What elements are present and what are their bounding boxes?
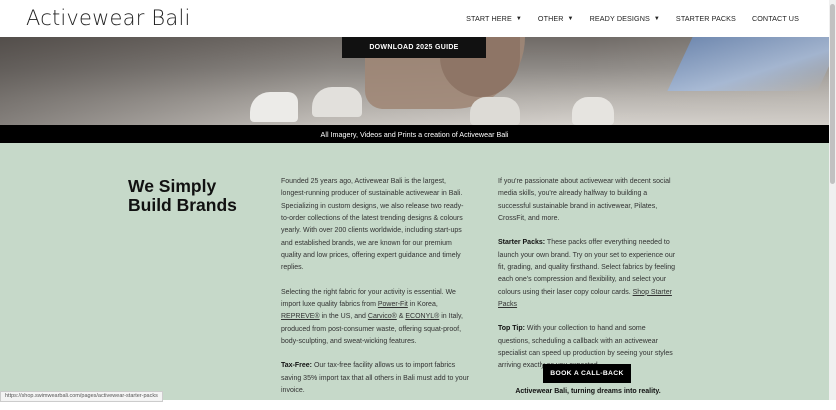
imagery-credit-banner: All Imagery, Videos and Prints a creatio…	[0, 125, 829, 143]
fabric-text: in the US, and	[319, 313, 368, 321]
starter-packs-paragraph: Starter Packs: These packs offer everyth…	[498, 237, 678, 311]
intro-paragraph: If you're passionate about activewear wi…	[498, 178, 671, 223]
hero-sneaker	[250, 92, 298, 122]
hero-sneaker	[312, 87, 362, 117]
hero-sneaker	[572, 97, 614, 125]
starter-packs-text: These packs offer everything needed to l…	[498, 239, 676, 296]
top-tip-text: With your collection to hand and some qu…	[498, 325, 673, 370]
top-tip-label: Top Tip:	[498, 325, 525, 333]
heading-line-1: We Simply	[128, 176, 217, 196]
caret-down-icon: ▼	[567, 16, 574, 22]
nav-other-label: OTHER	[537, 14, 564, 23]
econyl-link[interactable]: ECONYL®	[405, 313, 439, 320]
about-paragraph: Founded 25 years ago, Activewear Bali is…	[281, 178, 464, 272]
nav-contact-us[interactable]: CONTACT US	[752, 14, 799, 23]
repreve-link[interactable]: REPREVE®	[281, 313, 320, 320]
site-logo[interactable]: Activewear Bali	[26, 6, 191, 30]
nav-starter-packs[interactable]: STARTER PACKS	[676, 14, 736, 23]
nav-start-here[interactable]: START HERE ▼	[466, 14, 522, 23]
power-fit-link[interactable]: Power-Fit	[378, 301, 408, 308]
about-column: Founded 25 years ago, Activewear Bali is…	[281, 176, 471, 410]
nav-ready-designs[interactable]: READY DESIGNS ▼	[590, 14, 660, 23]
hero-sneaker	[470, 97, 520, 125]
tagline: Activewear Bali, turning dreams into rea…	[515, 388, 661, 395]
caret-down-icon: ▼	[653, 16, 660, 22]
tax-free-paragraph: Tax-Free: Our tax-free facility allows u…	[281, 360, 471, 397]
heading-line-2: Build Brands	[128, 195, 237, 215]
tax-free-label: Tax-Free:	[281, 362, 312, 370]
scrollbar-thumb[interactable]	[830, 4, 835, 184]
download-guide-button[interactable]: DOWNLOAD 2025 GUIDE	[342, 37, 486, 58]
site-header: Activewear Bali START HERE ▼ OTHER ▼ READY…	[0, 0, 829, 37]
caret-down-icon: ▼	[515, 16, 522, 22]
nav-ready-designs-label: READY DESIGNS	[589, 14, 650, 23]
fabric-text: in Korea,	[407, 301, 438, 309]
section-heading: We Simply Build Brands	[128, 177, 237, 215]
fabric-paragraph: Selecting the right fabric for your acti…	[281, 287, 471, 349]
hero-bench	[667, 37, 829, 91]
nav-starter-packs-label: STARTER PACKS	[675, 14, 736, 23]
nav-start-here-label: START HERE	[466, 14, 512, 23]
main-nav: START HERE ▼ OTHER ▼ READY DESIGNS ▼ STARTE…	[450, 14, 799, 23]
carvico-link[interactable]: Carvico®	[368, 313, 397, 320]
starter-column: If you're passionate about activewear wi…	[498, 176, 678, 385]
book-callback-button[interactable]: BOOK A CALL-BACK	[543, 364, 631, 383]
nav-contact-us-label: CONTACT US	[751, 14, 799, 23]
starter-packs-label: Starter Packs:	[498, 239, 546, 247]
status-bar-url: https://shop.swimwearbali.com/pages/acti…	[0, 391, 163, 402]
nav-other[interactable]: OTHER ▼	[538, 14, 574, 23]
